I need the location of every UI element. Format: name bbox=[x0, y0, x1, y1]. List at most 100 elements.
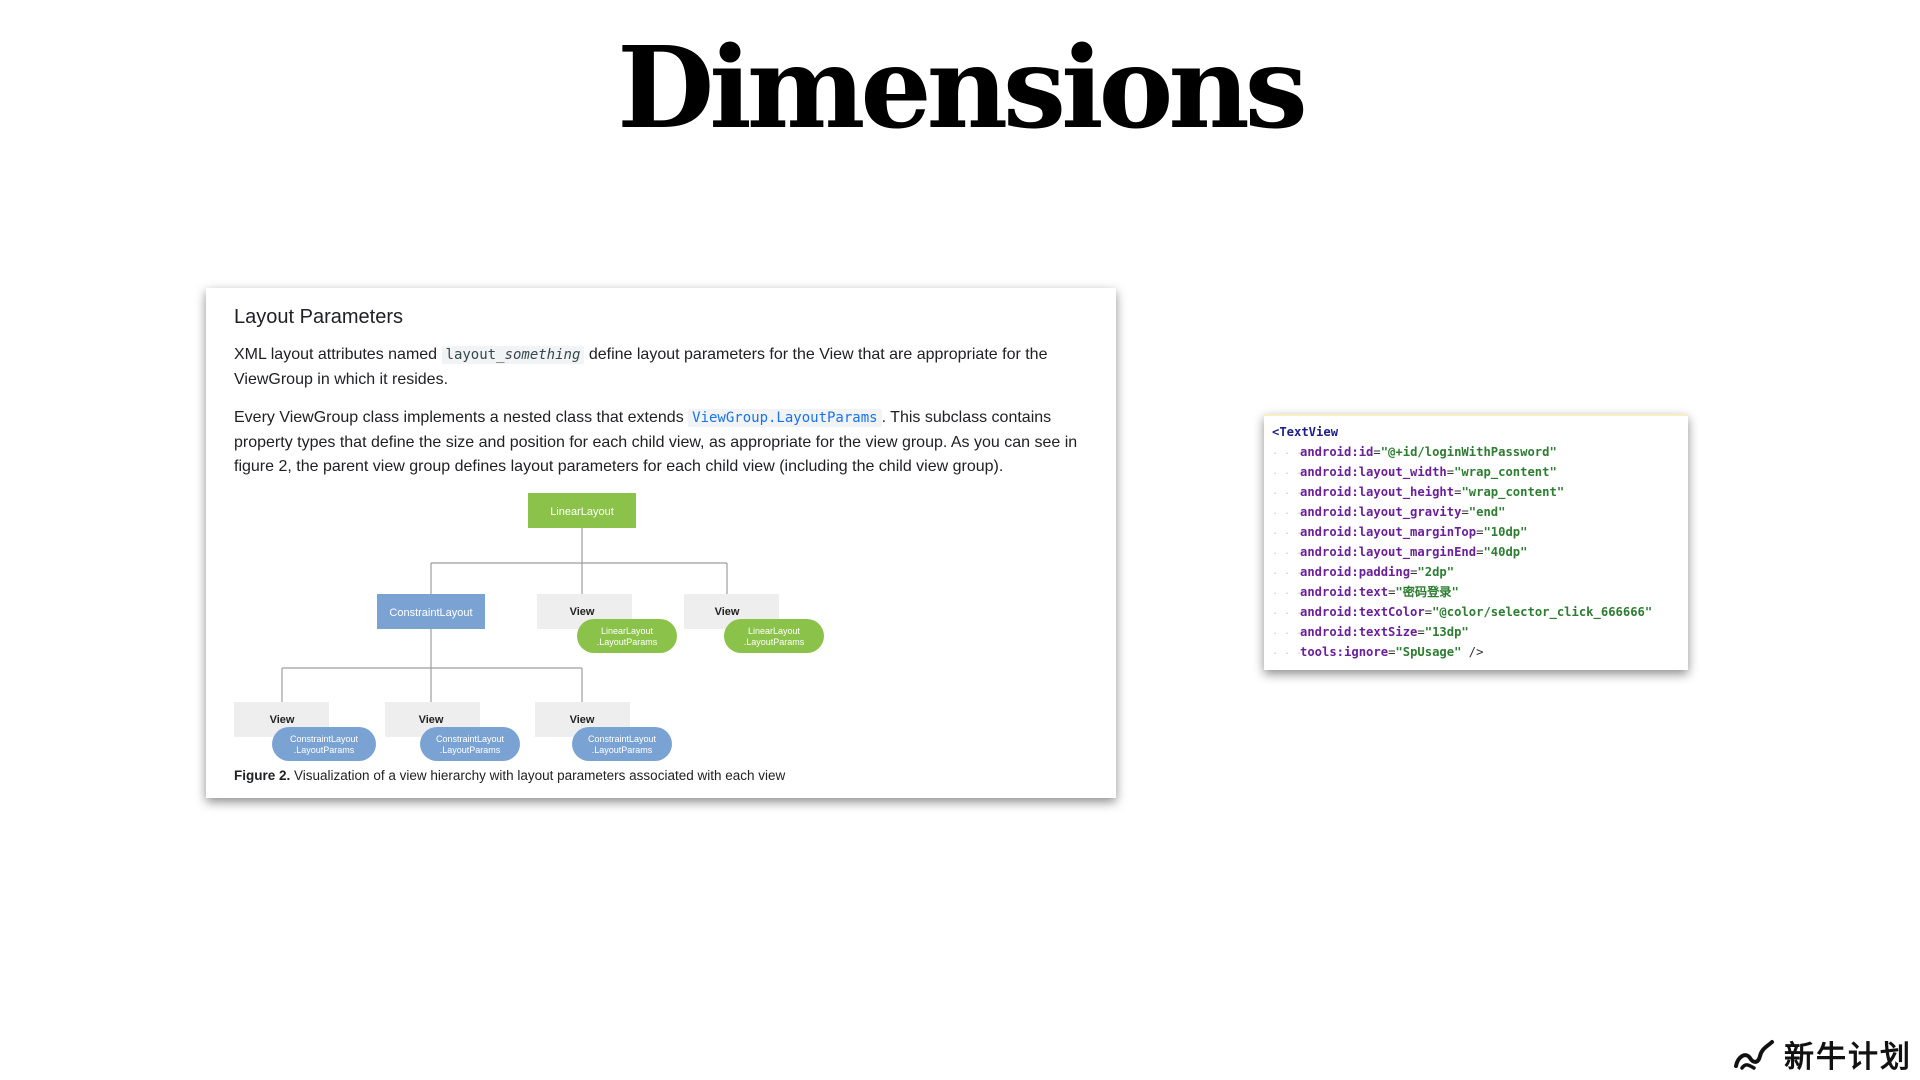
slide-title: Dimensions bbox=[617, 23, 1308, 154]
equals-sign: = bbox=[1417, 625, 1425, 639]
svg-text:ConstraintLayout: ConstraintLayout bbox=[436, 734, 505, 744]
svg-text:ConstraintLayout: ConstraintLayout bbox=[588, 734, 657, 744]
code-line: . . . android:padding = "2dp" bbox=[1272, 562, 1688, 582]
para1-pre: XML layout attributes named bbox=[234, 346, 442, 363]
svg-text:.LayoutParams: .LayoutParams bbox=[294, 745, 355, 755]
doc-paragraph-2: Every ViewGroup class implements a neste… bbox=[234, 406, 1092, 480]
brand-logo: 新牛计划 bbox=[1732, 1034, 1912, 1075]
equals-sign: = bbox=[1446, 465, 1455, 479]
view-node-4: View ConstraintLayout .LayoutParams bbox=[385, 702, 520, 761]
xml-attribute-name: android:layout_width bbox=[1300, 465, 1447, 479]
figure-caption: Figure 2. Visualization of a view hierar… bbox=[234, 768, 786, 783]
constraintlayout-label: ConstraintLayout bbox=[389, 607, 472, 619]
xml-attribute-value: "2dp" bbox=[1417, 565, 1455, 579]
view-node-5: View ConstraintLayout .LayoutParams bbox=[535, 702, 672, 761]
xml-attribute-name: android:layout_marginEnd bbox=[1300, 545, 1477, 559]
indent-guide: . . . bbox=[1272, 486, 1303, 497]
equals-sign: = bbox=[1410, 565, 1418, 579]
svg-text:.LayoutParams: .LayoutParams bbox=[744, 637, 805, 647]
equals-sign: = bbox=[1388, 585, 1396, 599]
indent-guide: . . . bbox=[1272, 506, 1303, 517]
code-line: . . . android:id = "@+id/loginWithPassword" bbox=[1272, 442, 1688, 462]
layout-parameters-doc: Layout Parameters XML layout attributes … bbox=[206, 288, 1116, 798]
xml-attribute-name: android:layout_height bbox=[1300, 485, 1455, 499]
xml-attribute-value: "40dp" bbox=[1483, 545, 1528, 559]
xml-attribute-value: "end" bbox=[1468, 505, 1506, 519]
doc-heading: Layout Parameters bbox=[234, 306, 403, 328]
swirl-logo-icon bbox=[1734, 1040, 1774, 1070]
indent-guide: . . . bbox=[1272, 466, 1303, 477]
linear-layoutparams-pill-1 bbox=[577, 619, 677, 653]
equals-sign: = bbox=[1424, 605, 1433, 619]
xml-attribute-value: "wrap_content" bbox=[1461, 485, 1565, 499]
constraint-layoutparams-pill-2 bbox=[420, 727, 520, 761]
code-attribute-lines: . . . android:id = "@+id/loginWithPassword"… bbox=[1272, 442, 1688, 662]
xml-attribute-value: "@color/selector_click_666666" bbox=[1432, 605, 1653, 619]
svg-text:.LayoutParams: .LayoutParams bbox=[597, 637, 658, 647]
code-line: . . . android:layout_width = "wrap_content" bbox=[1272, 462, 1688, 482]
layout-something-code: layout_something bbox=[441, 346, 585, 364]
xml-code-snippet: <TextView . . . android:id = "@+id/loginWit… bbox=[1264, 414, 1688, 670]
svg-text:LinearLayout: LinearLayout bbox=[601, 626, 654, 636]
connector-lines bbox=[281, 528, 728, 702]
xml-attribute-name: android:padding bbox=[1300, 565, 1411, 579]
viewgroup-layoutparams-link[interactable]: ViewGroup.LayoutParams bbox=[688, 409, 882, 427]
equals-sign: = bbox=[1461, 505, 1469, 519]
indent-guide: . . . bbox=[1272, 626, 1303, 637]
doc-paragraph-1: XML layout attributes named layout_somet… bbox=[234, 343, 1092, 392]
xml-attribute-value: "wrap_content" bbox=[1454, 465, 1557, 479]
svg-text:View: View bbox=[270, 714, 295, 726]
code-line: . . . android:textColor = "@color/selector_… bbox=[1272, 602, 1688, 622]
svg-text:.LayoutParams: .LayoutParams bbox=[440, 745, 501, 755]
code-line: . . . android:text = "密码登录" bbox=[1272, 582, 1688, 602]
code-line: . . . android:layout_gravity = "end" bbox=[1272, 502, 1688, 522]
equals-sign: = bbox=[1454, 485, 1462, 499]
xml-attribute-value: "@+id/loginWithPassword" bbox=[1380, 445, 1557, 459]
equals-sign: = bbox=[1373, 445, 1381, 459]
linearlayout-root-label: LinearLayout bbox=[550, 506, 614, 518]
code-line: . . . android:layout_height = "wrap_content… bbox=[1272, 482, 1688, 502]
xml-attribute-value: "13dp" bbox=[1424, 625, 1469, 639]
constraint-layoutparams-pill-3 bbox=[572, 727, 672, 761]
xml-attribute-name: android:textSize bbox=[1300, 625, 1418, 639]
indent-guide: . . . bbox=[1272, 566, 1303, 577]
para2-pre: Every ViewGroup class implements a neste… bbox=[234, 409, 689, 426]
xml-attribute-name: android:layout_marginTop bbox=[1300, 525, 1477, 539]
view-node-2: View LinearLayout .LayoutParams bbox=[684, 594, 824, 653]
view-node-1: View LinearLayout .LayoutParams bbox=[537, 594, 677, 653]
svg-text:View: View bbox=[570, 606, 595, 618]
constraint-layoutparams-pill-1 bbox=[272, 727, 376, 761]
svg-text:View: View bbox=[715, 606, 740, 618]
brand-logo-text: 新牛计划 bbox=[1784, 1040, 1912, 1075]
equals-sign: = bbox=[1476, 545, 1484, 559]
code-line: . . . tools:ignore = "SpUsage" /> bbox=[1272, 642, 1688, 662]
xml-attribute-name: android:id bbox=[1300, 445, 1374, 459]
code-line: . . . android:layout_marginEnd = "40dp" bbox=[1272, 542, 1688, 562]
indent-guide: . . . bbox=[1272, 526, 1303, 537]
indent-guide: . . . bbox=[1272, 586, 1303, 597]
xml-attribute-name: tools:ignore bbox=[1300, 645, 1389, 659]
svg-text:ConstraintLayout: ConstraintLayout bbox=[290, 734, 359, 744]
svg-text:LinearLayout: LinearLayout bbox=[748, 626, 801, 636]
xml-attribute-name: android:layout_gravity bbox=[1300, 505, 1462, 519]
svg-text:View: View bbox=[570, 714, 595, 726]
indent-guide: . . . bbox=[1272, 446, 1303, 457]
xml-attribute-name: android:text bbox=[1300, 585, 1389, 599]
code-line: . . . android:layout_marginTop = "10dp" bbox=[1272, 522, 1688, 542]
xml-attribute-value: "密码登录" bbox=[1395, 585, 1459, 599]
view-node-3: View ConstraintLayout .LayoutParams bbox=[234, 702, 376, 761]
equals-sign: = bbox=[1388, 645, 1396, 659]
indent-guide: . . . bbox=[1272, 546, 1303, 557]
xml-attribute-value: "10dp" bbox=[1483, 525, 1528, 539]
svg-text:View: View bbox=[419, 714, 444, 726]
close-tag: /> bbox=[1461, 645, 1484, 659]
equals-sign: = bbox=[1476, 525, 1484, 539]
linear-layoutparams-pill-2 bbox=[724, 619, 824, 653]
code-line: . . . android:textSize = "13dp" bbox=[1272, 622, 1688, 642]
indent-guide: . . . bbox=[1272, 606, 1303, 617]
xml-attribute-value: "SpUsage" bbox=[1395, 645, 1462, 659]
xml-attribute-name: android:textColor bbox=[1300, 605, 1425, 619]
svg-text:.LayoutParams: .LayoutParams bbox=[592, 745, 653, 755]
code-open-tag: <TextView bbox=[1272, 425, 1339, 439]
indent-guide: . . . bbox=[1272, 646, 1303, 657]
